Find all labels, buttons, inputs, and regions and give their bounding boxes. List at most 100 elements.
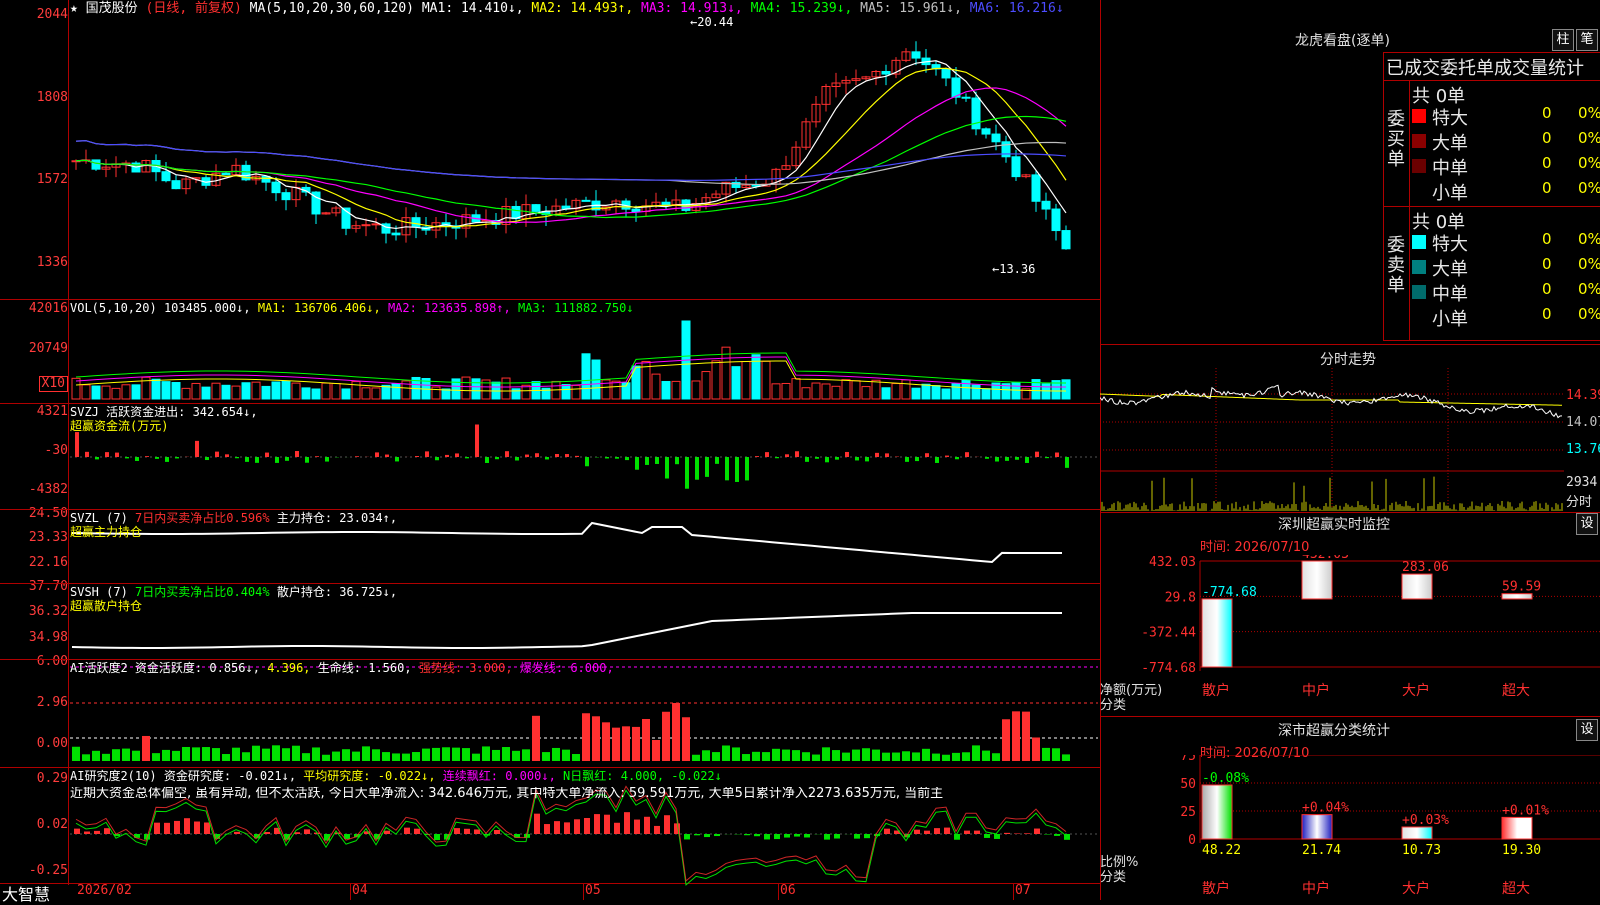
money-flow-bar (1065, 457, 1069, 468)
volume-bar (782, 383, 790, 399)
favorite-star-icon[interactable]: ★ (70, 1, 78, 16)
activity-bar (762, 752, 770, 761)
money-flow-bar (305, 457, 309, 463)
volume-bar (302, 388, 310, 399)
activity-bar (92, 751, 100, 761)
activity-bar (892, 753, 900, 761)
money-flow-bar (235, 457, 239, 458)
buy-row-swatch-icon (1412, 134, 1426, 148)
activity-bar (722, 745, 730, 761)
research-bar (804, 834, 810, 837)
bar-value-label: +0.04% (1302, 801, 1349, 816)
money-flow-bar (425, 451, 429, 457)
activity-bar (1022, 712, 1030, 761)
volume-bar (222, 385, 230, 399)
activity-bar (472, 754, 480, 761)
research-bar (94, 831, 100, 834)
volume-bar (572, 385, 580, 399)
sz-class-chart[interactable]: 7550250-0.08%48.22散户+0.04%21.74中户+0.03%1… (1100, 755, 1600, 900)
buy-row-v: 0 (1542, 154, 1552, 172)
money-flow-bar (105, 452, 109, 457)
svzl-header: SVZL (7) 7日内买卖净占比0.596% 主力持仓: 23.034↑, 超… (70, 511, 397, 539)
sz-class-settings-button[interactable]: 设 (1576, 719, 1598, 741)
sz-monitor-title: 深圳超赢实时监控 (1278, 514, 1390, 534)
activity-bar (1012, 711, 1020, 761)
candle-body (1052, 209, 1060, 231)
money-flow-bar (885, 453, 889, 457)
activity-bar (432, 748, 440, 761)
sell-row-name: 大单 (1432, 255, 1468, 281)
ai2-commentary: 近期大资金总体偏空, 虽有异动, 但不太活跃, 今日大单净流入: 342.646… (70, 787, 1098, 801)
research-bar (774, 834, 780, 839)
sz-class-title: 深市超赢分类统计 (1278, 720, 1390, 740)
money-flow-bar (785, 454, 789, 457)
research-bar (574, 819, 580, 834)
volume-bar (1012, 382, 1020, 399)
volume-bar (522, 385, 530, 399)
sz-monitor-settings-button[interactable]: 设 (1576, 513, 1598, 535)
money-flow-bar (815, 457, 819, 459)
research-bar (864, 834, 870, 838)
money-flow-bar (1035, 452, 1039, 457)
volume-bar (792, 379, 800, 399)
money-flow-bar (535, 453, 539, 457)
filled-orders-tab[interactable]: 已成交委托单成交量统计 (1386, 54, 1584, 80)
volume-bar (942, 389, 950, 399)
activity-bar (122, 749, 130, 761)
period-label[interactable]: (日线, 前复权) (146, 1, 242, 16)
stock-name[interactable]: 国茂股份 (86, 1, 138, 16)
intraday-price-label: 13.76 (1566, 442, 1600, 457)
activity-bar (702, 750, 710, 761)
bar-view-button[interactable]: 柱 (1552, 29, 1574, 51)
tick-view-button[interactable]: 笔 (1576, 29, 1598, 51)
intraday-chart[interactable] (1100, 368, 1564, 512)
buy-row-name: 大单 (1432, 129, 1468, 155)
candle-body (882, 72, 890, 75)
money-flow-bar (835, 457, 839, 460)
money-flow-bar (495, 457, 499, 459)
candle-body (962, 97, 970, 98)
price-low-label: ←13.36 (992, 262, 1035, 276)
research-bar (834, 834, 840, 839)
volume-bar (472, 379, 480, 399)
research-bar (544, 824, 550, 834)
category-label: 大户 (1402, 880, 1430, 897)
category-bar (1202, 599, 1232, 667)
volume-bar (852, 381, 860, 399)
volume-bar (922, 384, 930, 399)
sell-row-p: 0% (1578, 280, 1600, 298)
research-bar (984, 834, 990, 838)
volume-bar (812, 383, 820, 399)
research-bar (934, 828, 940, 834)
research-bar (884, 829, 890, 834)
stock-chart-canvas[interactable] (0, 0, 1100, 900)
category-label: 超大 (1502, 881, 1530, 897)
sz-monitor-chart[interactable]: 432.0329.8-372.44-774.68-774.68散户432.03中… (1100, 555, 1600, 715)
activity-bar (102, 754, 110, 761)
activity-bar (212, 748, 220, 761)
money-flow-bar (515, 457, 519, 460)
activity-bar (372, 749, 380, 761)
activity-bar (682, 717, 690, 761)
research-bar (474, 829, 480, 834)
buy-row-v: 0 (1542, 179, 1552, 197)
volume-bar (232, 386, 240, 399)
category-label: 中户 (1302, 682, 1330, 699)
research-bar (84, 831, 90, 834)
activity-bar (752, 752, 760, 761)
bar-bottom-value: 21.74 (1302, 843, 1341, 858)
money-flow-bar (585, 457, 589, 466)
candle-body (92, 160, 100, 169)
volume-bar (312, 389, 320, 399)
bar-axis-label: 0 (1188, 833, 1196, 848)
volume-bar (862, 387, 870, 399)
volume-bar (152, 379, 160, 399)
moving-average-line (76, 88, 1066, 223)
buy-row-p: 0% (1578, 104, 1600, 122)
activity-bar (512, 751, 520, 761)
price-high-label: ←20.44 (690, 15, 733, 29)
money-flow-bar (615, 457, 619, 459)
buy-row-p: 0% (1578, 179, 1600, 197)
activity-bar (222, 754, 230, 761)
money-flow-bar (455, 453, 459, 457)
